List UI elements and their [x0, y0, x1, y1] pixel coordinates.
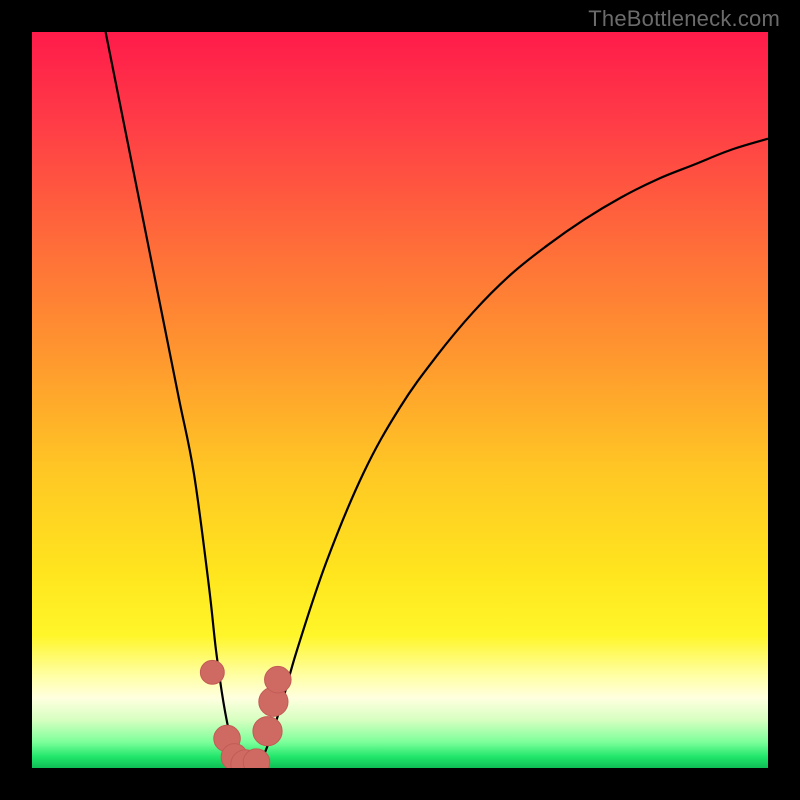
gradient-background: [32, 32, 768, 768]
watermark-text: TheBottleneck.com: [588, 6, 780, 32]
chart-svg: [32, 32, 768, 768]
curve-marker: [200, 660, 224, 684]
curve-marker: [265, 666, 292, 693]
plot-area: [32, 32, 768, 768]
chart-frame: TheBottleneck.com: [0, 0, 800, 800]
curve-marker: [253, 717, 282, 746]
